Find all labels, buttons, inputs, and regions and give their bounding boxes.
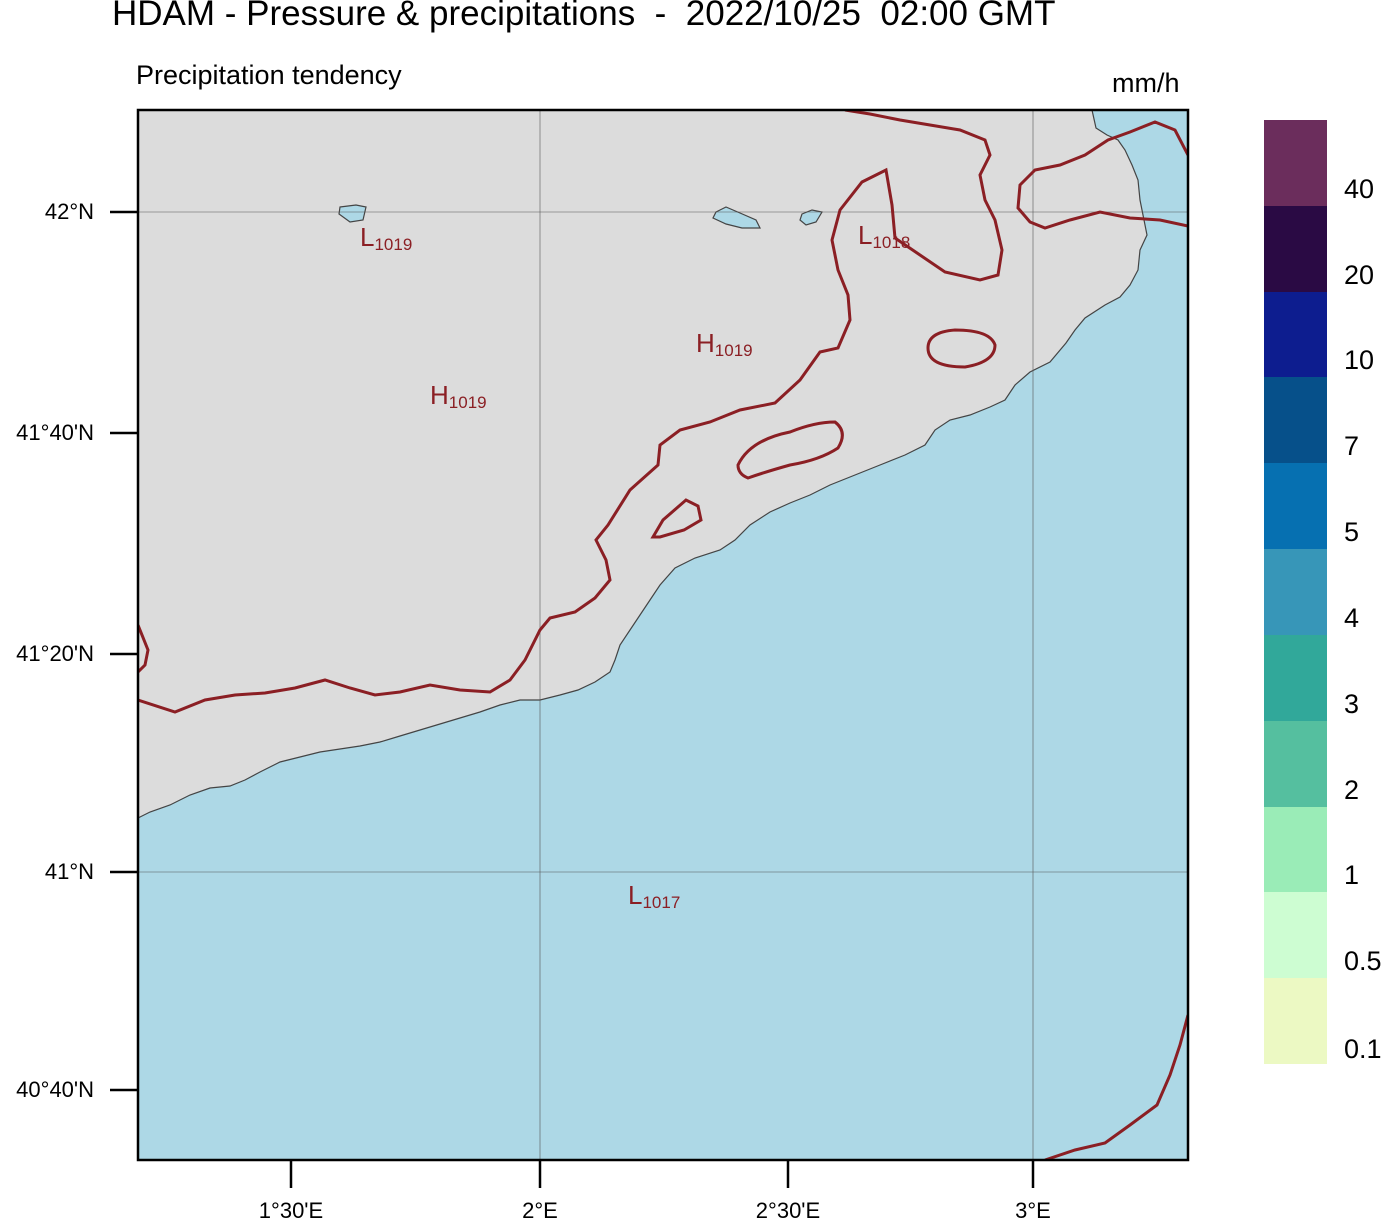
colorbar-label: 1 <box>1344 860 1360 891</box>
colorbar-swatch <box>1264 377 1327 464</box>
colorbar-label: 40 <box>1344 173 1375 204</box>
colorbar-swatch <box>1264 720 1327 808</box>
colorbar-label: 7 <box>1344 431 1360 462</box>
map-canvas: L1019 H1019 H1019 L1018 L1017 <box>110 108 1190 1188</box>
lon-label-2-30e: 2°30'E <box>755 1198 821 1223</box>
colorbar-label: 2 <box>1344 774 1360 805</box>
colorbar-label: 5 <box>1344 517 1360 548</box>
lat-label-41-20n: 41°20'N <box>16 641 94 666</box>
colorbar-swatch <box>1264 549 1327 636</box>
colorbar-swatch <box>1264 291 1327 378</box>
colorbar-label: 0.1 <box>1344 1034 1382 1064</box>
lat-label-41-40n: 41°40'N <box>16 420 94 445</box>
colorbar-label: 0.5 <box>1344 946 1382 977</box>
colorbar-swatch <box>1264 463 1327 550</box>
colorbar-label: 3 <box>1344 688 1360 719</box>
colorbar-swatch <box>1264 205 1327 293</box>
colorbar-label: 20 <box>1344 259 1375 290</box>
lat-label-42n: 42°N <box>44 199 94 224</box>
lat-label-41n: 41°N <box>44 859 94 884</box>
colorbar-label: 10 <box>1344 345 1375 376</box>
colorbar-swatch <box>1264 120 1327 207</box>
lon-label-1-30e: 1°30'E <box>258 1198 324 1223</box>
lat-label-40-40n: 40°40'N <box>16 1077 94 1102</box>
colorbar-swatch <box>1264 892 1327 979</box>
colorbar-label: 4 <box>1344 602 1360 633</box>
lon-label-2e: 2°E <box>522 1198 558 1223</box>
colorbar-swatch <box>1264 634 1327 722</box>
colorbar-swatch <box>1264 978 1327 1065</box>
lon-label-3e: 3°E <box>1015 1198 1051 1223</box>
colorbar-swatch <box>1264 806 1327 893</box>
